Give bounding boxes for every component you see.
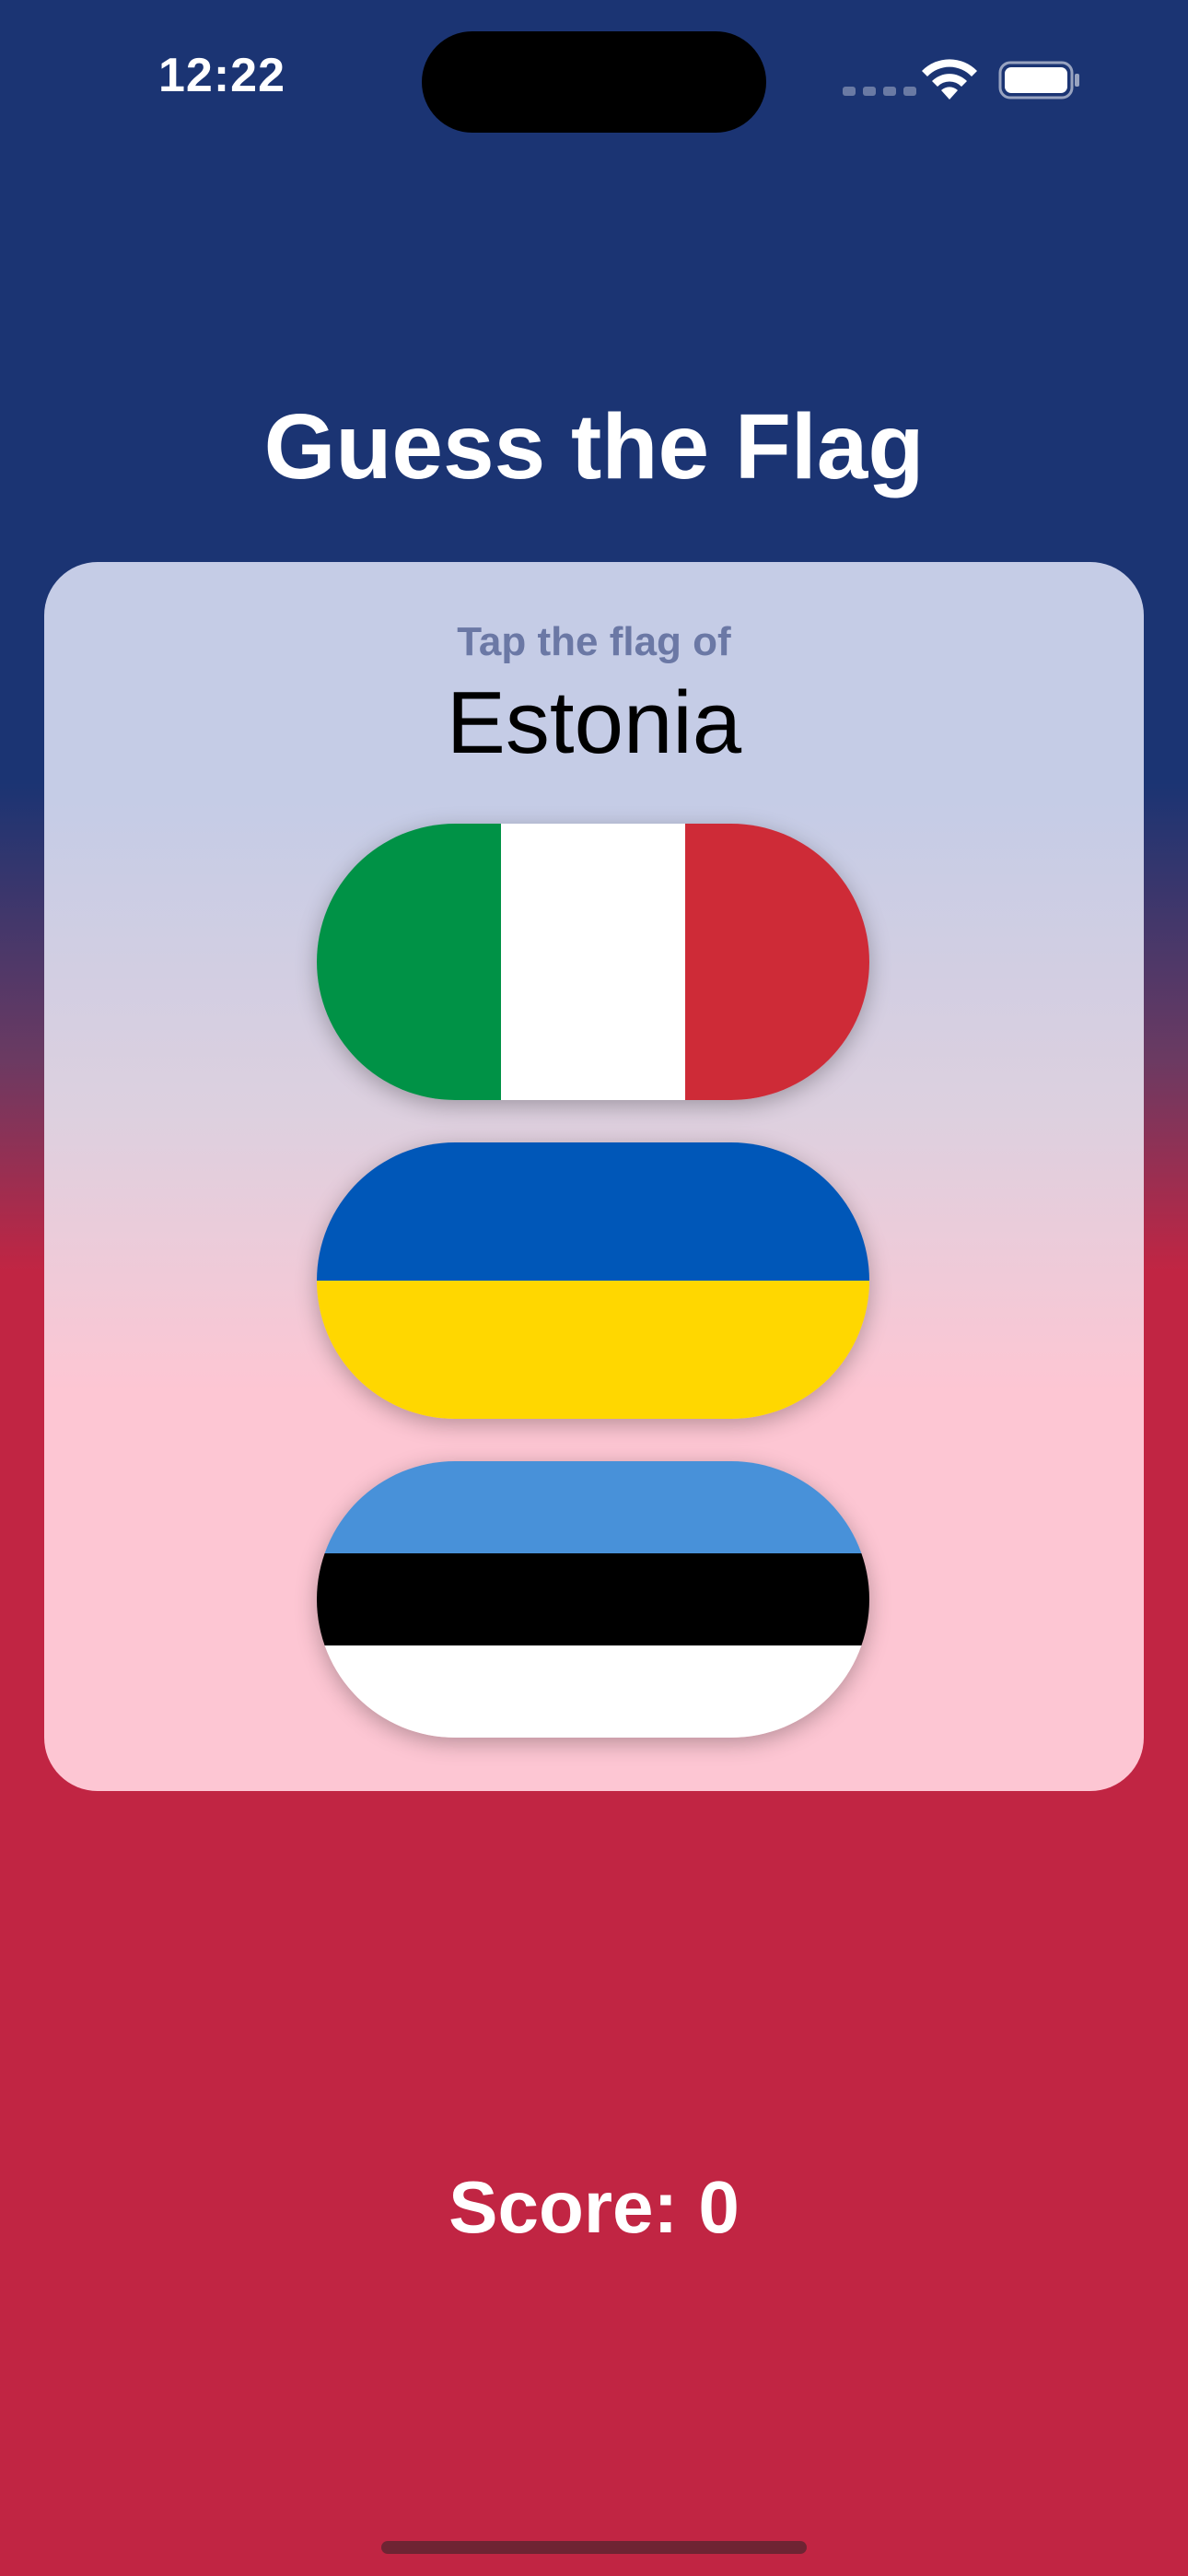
wifi-icon [922,59,977,100]
flag-button-ukraine[interactable] [317,1142,869,1419]
cellular-signal-icon [843,87,916,96]
flag-stripe [501,824,685,1100]
app-title: Guess the Flag [263,395,925,498]
flag-button-italy[interactable] [317,824,869,1100]
prompt-label: Tap the flag of [457,619,731,664]
flag-stripe [685,824,869,1100]
flag-stripe [317,1142,869,1281]
flag-stripe [317,1281,869,1419]
dynamic-island [422,31,766,133]
flag-stripe [317,1645,869,1738]
flag-button-estonia[interactable] [317,1461,869,1738]
estonia-flag-icon [317,1461,869,1738]
flag-stripe [317,1553,869,1645]
ukraine-flag-icon [317,1142,869,1419]
target-country-name: Estonia [446,673,742,772]
question-card: Tap the flag of Estonia [44,562,1144,1791]
home-indicator [381,2541,807,2554]
flag-stripe [317,1461,869,1553]
flag-stripe [317,824,501,1100]
score-label: Score: 0 [448,2166,740,2248]
italy-flag-icon [317,824,869,1100]
battery-icon [998,61,1079,100]
status-time: 12:22 [158,49,285,102]
